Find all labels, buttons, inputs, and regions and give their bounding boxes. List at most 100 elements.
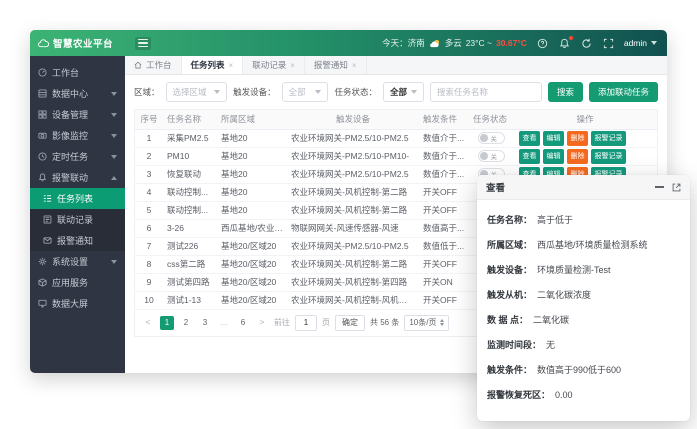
cell-region: 基地20 bbox=[217, 147, 287, 165]
field-label: 报警恢复死区： bbox=[487, 388, 550, 401]
sidebar-item-video-monitor[interactable]: 影像监控 bbox=[30, 125, 125, 146]
cell-condition: 数值介于... bbox=[419, 147, 469, 165]
next-page-button[interactable]: > bbox=[255, 316, 269, 330]
field-label: 触发从机： bbox=[487, 288, 532, 301]
expand-icon[interactable] bbox=[672, 183, 681, 192]
temp-range: 23°C ~ bbox=[466, 38, 492, 48]
add-linkage-task-button[interactable]: 添加联动任务 bbox=[589, 82, 658, 102]
hamburger-menu-icon[interactable] bbox=[135, 37, 151, 50]
cell-region: 基地20/区域20 bbox=[217, 291, 287, 309]
cell-region: 基地20/区域20 bbox=[217, 255, 287, 273]
stepper-icon bbox=[440, 319, 444, 326]
cell-seq: 7 bbox=[135, 237, 163, 255]
field-label: 所属区域： bbox=[487, 238, 532, 251]
sidebar-item-workbench[interactable]: 工作台 bbox=[30, 62, 125, 83]
edit-button[interactable]: 编辑 bbox=[543, 149, 564, 164]
chevron-down-icon bbox=[651, 41, 657, 45]
minimize-icon[interactable] bbox=[655, 186, 664, 188]
sidebar-item-task-list[interactable]: 任务列表 bbox=[30, 188, 125, 209]
toggle-label: 关 bbox=[491, 151, 498, 161]
table-row: 2 PM10 基地20 农业环境网关-PM2.5/10-PM10- 数值介于..… bbox=[135, 147, 657, 165]
status-toggle[interactable]: 关 bbox=[478, 150, 505, 162]
pager-page[interactable]: 1 bbox=[160, 316, 174, 330]
sidebar-item-data-screen[interactable]: 数据大屏 bbox=[30, 293, 125, 314]
detail-field: 数 据 点： 二氧化碳 bbox=[487, 307, 680, 332]
goto-confirm-button[interactable]: 确定 bbox=[335, 315, 365, 331]
cell-condition: 开关OFF bbox=[419, 183, 469, 201]
chevron-down-icon bbox=[411, 90, 417, 94]
close-icon[interactable]: × bbox=[290, 61, 295, 70]
pager-page[interactable]: 3 bbox=[198, 316, 212, 330]
field-value: 高于低于 bbox=[537, 213, 573, 226]
view-button[interactable]: 查看 bbox=[519, 149, 540, 164]
field-value: 数值高于990低于600 bbox=[537, 363, 621, 376]
task-list-icon bbox=[43, 194, 52, 203]
total-count: 共 56 条 bbox=[370, 317, 399, 328]
sidebar-item-data-center[interactable]: 数据中心 bbox=[30, 83, 125, 104]
user-menu[interactable]: admin bbox=[624, 38, 657, 48]
cell-name: 测试第四路 bbox=[163, 273, 217, 291]
pager-page[interactable]: 2 bbox=[179, 316, 193, 330]
cell-seq: 9 bbox=[135, 273, 163, 291]
close-icon[interactable]: × bbox=[352, 61, 357, 70]
sidebar-label: 数据中心 bbox=[52, 87, 88, 100]
page-size-select[interactable]: 10条/页 bbox=[404, 315, 449, 331]
sidebar-item-app-services[interactable]: 应用服务 bbox=[30, 272, 125, 293]
detail-field: 所属区域： 西瓜基地/环境质量检测系统 bbox=[487, 232, 680, 257]
cell-device: 农业环境网关-风机控制-第二路 bbox=[287, 183, 419, 201]
cell-seq: 4 bbox=[135, 183, 163, 201]
sidebar-item-device-mgmt[interactable]: 设备管理 bbox=[30, 104, 125, 125]
prev-page-button[interactable]: < bbox=[141, 316, 155, 330]
field-value: 西瓜基地/环境质量检测系统 bbox=[537, 238, 648, 251]
sidebar-label: 报警通知 bbox=[57, 234, 93, 247]
cell-seq: 8 bbox=[135, 255, 163, 273]
tab-workbench[interactable]: 工作台 bbox=[125, 56, 182, 74]
sidebar-item-linkage-records[interactable]: 联动记录 bbox=[30, 209, 125, 230]
cell-name: 测试226 bbox=[163, 237, 217, 255]
cell-name: css第二路 bbox=[163, 255, 217, 273]
sidebar-item-timed-tasks[interactable]: 定时任务 bbox=[30, 146, 125, 167]
help-icon[interactable] bbox=[536, 37, 549, 50]
fullscreen-icon[interactable] bbox=[602, 37, 615, 50]
chevron-down-icon bbox=[214, 90, 220, 94]
topbar-right: 今天：济南 多云 23°C ~ 30.67°C admin bbox=[382, 37, 667, 50]
region-select[interactable]: 选择区域 bbox=[166, 82, 228, 102]
tab-linkage-records[interactable]: 联动记录 × bbox=[243, 56, 305, 74]
cell-condition: 数值介于... bbox=[419, 165, 469, 183]
delete-button[interactable]: 删除 bbox=[567, 149, 588, 164]
sidebar-item-system-settings[interactable]: 系统设置 bbox=[30, 251, 125, 272]
refresh-icon[interactable] bbox=[580, 37, 593, 50]
search-button[interactable]: 搜索 bbox=[548, 82, 583, 102]
status-filter-label: 任务状态： bbox=[334, 86, 377, 98]
toggle-knob bbox=[480, 152, 488, 160]
alarm-record-button[interactable]: 报警记录 bbox=[591, 131, 626, 146]
toggle-knob bbox=[480, 134, 488, 142]
view-button[interactable]: 查看 bbox=[519, 131, 540, 146]
cell-device: 农业环境网关-风机控制-第二路 bbox=[287, 201, 419, 219]
notification-bell-icon[interactable] bbox=[558, 37, 571, 50]
sidebar-item-alarm-notify[interactable]: 报警通知 bbox=[30, 230, 125, 251]
cell-device: 农业环境网关-PM2.5/10-PM2.5 bbox=[287, 237, 419, 255]
search-input[interactable] bbox=[430, 82, 542, 102]
page-size-value: 10条/页 bbox=[409, 317, 436, 328]
alarm-record-button[interactable]: 报警记录 bbox=[591, 149, 626, 164]
sidebar-label: 任务列表 bbox=[57, 192, 93, 205]
toggle-label: 关 bbox=[491, 133, 498, 143]
status-toggle[interactable]: 关 bbox=[478, 132, 505, 144]
weather-condition: 多云 bbox=[445, 37, 462, 49]
close-icon[interactable]: × bbox=[229, 61, 234, 70]
goto-page-input[interactable] bbox=[295, 315, 317, 331]
database-icon bbox=[38, 89, 47, 98]
sidebar-item-alarm-linkage[interactable]: 报警联动 bbox=[30, 167, 125, 188]
field-label: 触发设备： bbox=[487, 263, 532, 276]
cell-region: 基地20 bbox=[217, 183, 287, 201]
delete-button[interactable]: 删除 bbox=[567, 131, 588, 146]
status-select[interactable]: 全部 bbox=[383, 82, 424, 102]
tab-alarm-notify[interactable]: 报警通知 × bbox=[305, 56, 367, 74]
pager-page[interactable]: 6 bbox=[236, 316, 250, 330]
tab-task-list[interactable]: 任务列表 × bbox=[182, 56, 244, 74]
big-screen-icon bbox=[38, 299, 47, 308]
edit-button[interactable]: 编辑 bbox=[543, 131, 564, 146]
device-select[interactable]: 全部 bbox=[282, 82, 329, 102]
chevron-down-icon bbox=[111, 155, 117, 159]
